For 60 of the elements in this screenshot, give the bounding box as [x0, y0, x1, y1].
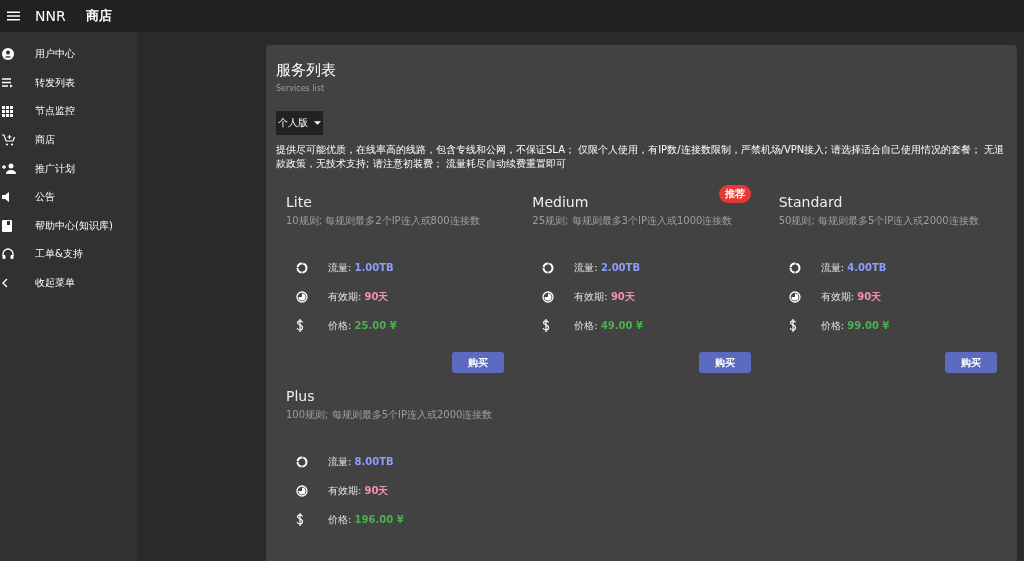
- buy-button[interactable]: 购买: [945, 352, 997, 374]
- plan-description: 10规则; 每规则最多2个IP连入或800连接数: [286, 214, 481, 228]
- sidebar-item[interactable]: 工单&支持: [0, 240, 137, 269]
- plan-name: Medium: [532, 194, 589, 210]
- plan-stat: 价格: 196.00 ¥: [328, 512, 404, 527]
- plan-stat: 有效期: 90天: [328, 290, 389, 305]
- timer-icon: [296, 291, 308, 304]
- speaker-icon: [2, 192, 10, 203]
- buy-button[interactable]: 购买: [452, 352, 505, 374]
- timer-icon: [296, 485, 308, 498]
- plan-stat: 流量: 8.00TB: [328, 455, 394, 470]
- sidebar-item[interactable]: 公告: [0, 182, 137, 212]
- sidebar-item[interactable]: 收起菜单: [0, 268, 137, 298]
- chevron-left-icon: [2, 278, 8, 289]
- plan-stat: 有效期: 90天: [328, 484, 389, 499]
- playlist-icon: [2, 77, 14, 88]
- brand-name[interactable]: NNR: [35, 8, 66, 24]
- menu-icon[interactable]: [7, 11, 20, 21]
- dollar-icon: [542, 319, 551, 333]
- plan-type-dropdown[interactable]: 个人版: [276, 111, 323, 135]
- plan-name: Standard: [778, 194, 843, 210]
- ring-icon: [542, 262, 555, 275]
- sidebar-item[interactable]: 节点监控: [0, 97, 137, 126]
- plan-stat: 流量: 2.00TB: [574, 261, 640, 276]
- ring-icon: [788, 262, 801, 275]
- dollar-icon: [296, 319, 304, 333]
- plan-stat: 有效期: 90天: [574, 290, 635, 305]
- buy-button[interactable]: 购买: [698, 352, 751, 374]
- notice-text: 提供尽可能优质，在线率高的线路，包含专线和公网，不保证SLA； 仅限个人使用，有IP数/连接数限制，严禁机场/VPN接入; 请选择适合自己使用情况的套餐； 无退款政策，无技术支持; 请注意初装费； 流量耗尽自动续费重置即可: [276, 143, 1005, 171]
- add-person-icon: [2, 163, 16, 175]
- plan-stat: 流量: 4.00TB: [820, 261, 887, 276]
- plan-description: 25规则; 每规则最多3个IP连入或1000连接数: [532, 214, 734, 228]
- plan-stat: 价格: 49.00 ¥: [574, 318, 643, 333]
- plan-description: 100规则; 每规则最多5个IP连入或2000连接数: [286, 408, 494, 423]
- timer-icon: [788, 291, 801, 304]
- ring-icon: [296, 456, 308, 469]
- sidebar-item[interactable]: 用户中心: [0, 40, 137, 69]
- ring-icon: [296, 262, 308, 275]
- sidebar-item[interactable]: 转发列表: [0, 68, 137, 98]
- sidebar-item[interactable]: 商店: [0, 125, 137, 155]
- plan-name: Lite: [286, 194, 312, 210]
- plan-stat: 价格: 99.00 ¥: [820, 318, 890, 333]
- plan-name: Plus: [286, 388, 315, 405]
- sidebar-item[interactable]: 帮助中心(知识库): [0, 211, 137, 241]
- panel-subtitle: Services list: [276, 84, 326, 93]
- page-title: 商店: [85, 7, 112, 25]
- grid-icon: [2, 106, 13, 117]
- sidebar-item[interactable]: 推广计划: [0, 154, 137, 183]
- timer-icon: [542, 291, 555, 304]
- panel-title: 服务列表: [276, 61, 337, 80]
- caret-icon: [314, 121, 321, 125]
- plan-stat: 有效期: 90天: [820, 290, 882, 305]
- plan-stat: 流量: 1.00TB: [328, 261, 394, 276]
- cart-icon: [2, 134, 15, 147]
- dollar-icon: [296, 513, 304, 527]
- headset-icon: [2, 248, 14, 261]
- recommended-badge: 推荐: [718, 185, 751, 203]
- plan-description: 50规则; 每规则最多5个IP连入或2000连接数: [778, 214, 980, 228]
- dollar-icon: [788, 319, 797, 333]
- plan-stat: 价格: 25.00 ¥: [328, 318, 397, 333]
